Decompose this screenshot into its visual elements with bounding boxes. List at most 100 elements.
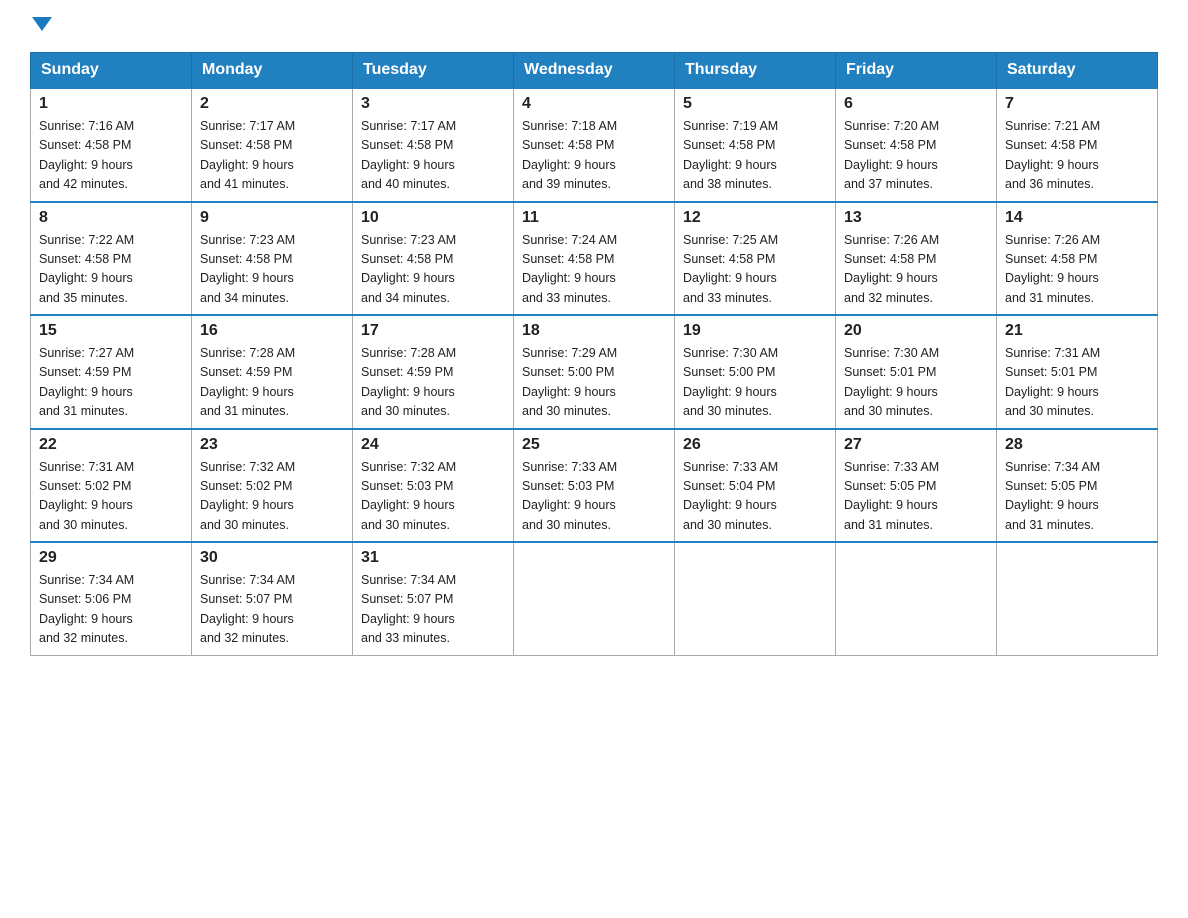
day-info: Sunrise: 7:28 AM Sunset: 4:59 PM Dayligh… bbox=[361, 344, 505, 422]
day-info: Sunrise: 7:30 AM Sunset: 5:00 PM Dayligh… bbox=[683, 344, 827, 422]
day-cell: 17 Sunrise: 7:28 AM Sunset: 4:59 PM Dayl… bbox=[353, 315, 514, 429]
day-info: Sunrise: 7:20 AM Sunset: 4:58 PM Dayligh… bbox=[844, 117, 988, 195]
day-info: Sunrise: 7:25 AM Sunset: 4:58 PM Dayligh… bbox=[683, 231, 827, 309]
day-cell: 12 Sunrise: 7:25 AM Sunset: 4:58 PM Dayl… bbox=[675, 202, 836, 316]
day-cell bbox=[514, 542, 675, 655]
header-cell-tuesday: Tuesday bbox=[353, 53, 514, 89]
day-number: 20 bbox=[844, 322, 988, 340]
day-info: Sunrise: 7:18 AM Sunset: 4:58 PM Dayligh… bbox=[522, 117, 666, 195]
day-cell: 27 Sunrise: 7:33 AM Sunset: 5:05 PM Dayl… bbox=[836, 429, 997, 543]
week-row-4: 29 Sunrise: 7:34 AM Sunset: 5:06 PM Dayl… bbox=[31, 542, 1158, 655]
day-number: 31 bbox=[361, 549, 505, 567]
day-info: Sunrise: 7:26 AM Sunset: 4:58 PM Dayligh… bbox=[1005, 231, 1149, 309]
day-info: Sunrise: 7:24 AM Sunset: 4:58 PM Dayligh… bbox=[522, 231, 666, 309]
day-number: 5 bbox=[683, 95, 827, 113]
day-cell: 22 Sunrise: 7:31 AM Sunset: 5:02 PM Dayl… bbox=[31, 429, 192, 543]
day-cell: 8 Sunrise: 7:22 AM Sunset: 4:58 PM Dayli… bbox=[31, 202, 192, 316]
day-number: 19 bbox=[683, 322, 827, 340]
day-number: 23 bbox=[200, 436, 344, 454]
day-number: 25 bbox=[522, 436, 666, 454]
day-number: 4 bbox=[522, 95, 666, 113]
day-cell: 2 Sunrise: 7:17 AM Sunset: 4:58 PM Dayli… bbox=[192, 88, 353, 202]
day-info: Sunrise: 7:19 AM Sunset: 4:58 PM Dayligh… bbox=[683, 117, 827, 195]
day-cell: 10 Sunrise: 7:23 AM Sunset: 4:58 PM Dayl… bbox=[353, 202, 514, 316]
day-number: 1 bbox=[39, 95, 183, 113]
day-number: 10 bbox=[361, 209, 505, 227]
week-row-3: 22 Sunrise: 7:31 AM Sunset: 5:02 PM Dayl… bbox=[31, 429, 1158, 543]
week-row-2: 15 Sunrise: 7:27 AM Sunset: 4:59 PM Dayl… bbox=[31, 315, 1158, 429]
day-info: Sunrise: 7:16 AM Sunset: 4:58 PM Dayligh… bbox=[39, 117, 183, 195]
day-number: 24 bbox=[361, 436, 505, 454]
day-cell: 7 Sunrise: 7:21 AM Sunset: 4:58 PM Dayli… bbox=[997, 88, 1158, 202]
calendar-header: SundayMondayTuesdayWednesdayThursdayFrid… bbox=[31, 53, 1158, 89]
day-number: 16 bbox=[200, 322, 344, 340]
day-info: Sunrise: 7:34 AM Sunset: 5:06 PM Dayligh… bbox=[39, 571, 183, 649]
day-number: 27 bbox=[844, 436, 988, 454]
day-info: Sunrise: 7:30 AM Sunset: 5:01 PM Dayligh… bbox=[844, 344, 988, 422]
day-cell: 3 Sunrise: 7:17 AM Sunset: 4:58 PM Dayli… bbox=[353, 88, 514, 202]
day-number: 21 bbox=[1005, 322, 1149, 340]
day-info: Sunrise: 7:32 AM Sunset: 5:02 PM Dayligh… bbox=[200, 458, 344, 536]
header-cell-monday: Monday bbox=[192, 53, 353, 89]
day-number: 13 bbox=[844, 209, 988, 227]
day-cell: 14 Sunrise: 7:26 AM Sunset: 4:58 PM Dayl… bbox=[997, 202, 1158, 316]
day-info: Sunrise: 7:34 AM Sunset: 5:05 PM Dayligh… bbox=[1005, 458, 1149, 536]
calendar-table: SundayMondayTuesdayWednesdayThursdayFrid… bbox=[30, 52, 1158, 656]
logo bbox=[30, 20, 52, 34]
day-info: Sunrise: 7:27 AM Sunset: 4:59 PM Dayligh… bbox=[39, 344, 183, 422]
day-info: Sunrise: 7:34 AM Sunset: 5:07 PM Dayligh… bbox=[361, 571, 505, 649]
page: SundayMondayTuesdayWednesdayThursdayFrid… bbox=[0, 0, 1188, 676]
day-info: Sunrise: 7:33 AM Sunset: 5:03 PM Dayligh… bbox=[522, 458, 666, 536]
day-cell: 23 Sunrise: 7:32 AM Sunset: 5:02 PM Dayl… bbox=[192, 429, 353, 543]
day-cell: 21 Sunrise: 7:31 AM Sunset: 5:01 PM Dayl… bbox=[997, 315, 1158, 429]
day-number: 8 bbox=[39, 209, 183, 227]
day-cell: 16 Sunrise: 7:28 AM Sunset: 4:59 PM Dayl… bbox=[192, 315, 353, 429]
day-cell bbox=[836, 542, 997, 655]
day-info: Sunrise: 7:31 AM Sunset: 5:02 PM Dayligh… bbox=[39, 458, 183, 536]
day-info: Sunrise: 7:21 AM Sunset: 4:58 PM Dayligh… bbox=[1005, 117, 1149, 195]
day-cell: 26 Sunrise: 7:33 AM Sunset: 5:04 PM Dayl… bbox=[675, 429, 836, 543]
day-number: 14 bbox=[1005, 209, 1149, 227]
day-info: Sunrise: 7:23 AM Sunset: 4:58 PM Dayligh… bbox=[200, 231, 344, 309]
day-cell bbox=[997, 542, 1158, 655]
day-cell: 30 Sunrise: 7:34 AM Sunset: 5:07 PM Dayl… bbox=[192, 542, 353, 655]
day-cell: 18 Sunrise: 7:29 AM Sunset: 5:00 PM Dayl… bbox=[514, 315, 675, 429]
day-number: 22 bbox=[39, 436, 183, 454]
day-info: Sunrise: 7:31 AM Sunset: 5:01 PM Dayligh… bbox=[1005, 344, 1149, 422]
header bbox=[30, 20, 1158, 34]
week-row-1: 8 Sunrise: 7:22 AM Sunset: 4:58 PM Dayli… bbox=[31, 202, 1158, 316]
day-number: 2 bbox=[200, 95, 344, 113]
day-cell: 4 Sunrise: 7:18 AM Sunset: 4:58 PM Dayli… bbox=[514, 88, 675, 202]
day-info: Sunrise: 7:33 AM Sunset: 5:05 PM Dayligh… bbox=[844, 458, 988, 536]
day-number: 18 bbox=[522, 322, 666, 340]
day-cell bbox=[675, 542, 836, 655]
day-cell: 20 Sunrise: 7:30 AM Sunset: 5:01 PM Dayl… bbox=[836, 315, 997, 429]
header-cell-saturday: Saturday bbox=[997, 53, 1158, 89]
day-cell: 5 Sunrise: 7:19 AM Sunset: 4:58 PM Dayli… bbox=[675, 88, 836, 202]
day-cell: 24 Sunrise: 7:32 AM Sunset: 5:03 PM Dayl… bbox=[353, 429, 514, 543]
day-number: 17 bbox=[361, 322, 505, 340]
header-cell-wednesday: Wednesday bbox=[514, 53, 675, 89]
day-number: 26 bbox=[683, 436, 827, 454]
day-info: Sunrise: 7:23 AM Sunset: 4:58 PM Dayligh… bbox=[361, 231, 505, 309]
day-info: Sunrise: 7:22 AM Sunset: 4:58 PM Dayligh… bbox=[39, 231, 183, 309]
day-info: Sunrise: 7:34 AM Sunset: 5:07 PM Dayligh… bbox=[200, 571, 344, 649]
logo-triangle-icon bbox=[32, 17, 52, 31]
header-cell-friday: Friday bbox=[836, 53, 997, 89]
day-number: 30 bbox=[200, 549, 344, 567]
day-info: Sunrise: 7:33 AM Sunset: 5:04 PM Dayligh… bbox=[683, 458, 827, 536]
day-info: Sunrise: 7:32 AM Sunset: 5:03 PM Dayligh… bbox=[361, 458, 505, 536]
day-number: 7 bbox=[1005, 95, 1149, 113]
day-cell: 28 Sunrise: 7:34 AM Sunset: 5:05 PM Dayl… bbox=[997, 429, 1158, 543]
day-number: 3 bbox=[361, 95, 505, 113]
day-cell: 29 Sunrise: 7:34 AM Sunset: 5:06 PM Dayl… bbox=[31, 542, 192, 655]
day-cell: 9 Sunrise: 7:23 AM Sunset: 4:58 PM Dayli… bbox=[192, 202, 353, 316]
day-info: Sunrise: 7:28 AM Sunset: 4:59 PM Dayligh… bbox=[200, 344, 344, 422]
header-cell-sunday: Sunday bbox=[31, 53, 192, 89]
header-row: SundayMondayTuesdayWednesdayThursdayFrid… bbox=[31, 53, 1158, 89]
day-cell: 25 Sunrise: 7:33 AM Sunset: 5:03 PM Dayl… bbox=[514, 429, 675, 543]
day-cell: 6 Sunrise: 7:20 AM Sunset: 4:58 PM Dayli… bbox=[836, 88, 997, 202]
day-number: 6 bbox=[844, 95, 988, 113]
day-number: 29 bbox=[39, 549, 183, 567]
day-number: 28 bbox=[1005, 436, 1149, 454]
